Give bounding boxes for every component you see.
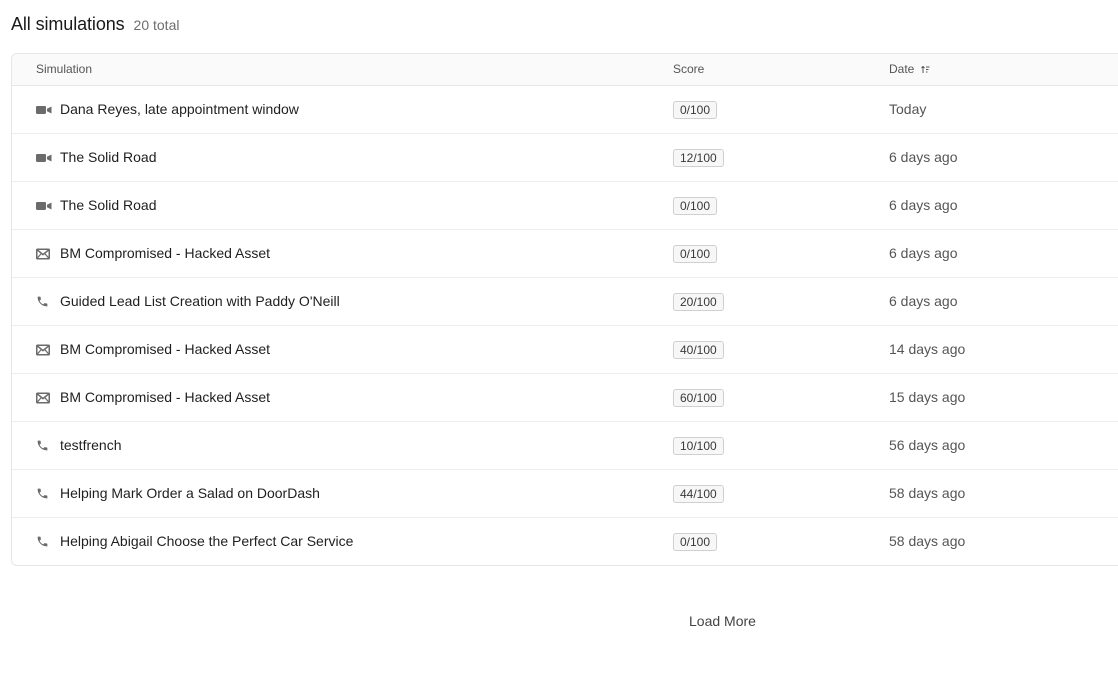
score-badge: 0/100 [673,101,718,119]
score-cell: 60/100 [673,389,724,407]
simulation-name[interactable]: The Solid Road [60,182,157,229]
date-cell: 6 days ago [889,245,958,261]
score-cell: 44/100 [673,485,724,503]
table-body: Dana Reyes, late appointment window 0/100… [12,86,1118,565]
score-badge: 12/100 [673,149,724,167]
phone-icon [36,278,49,325]
date-cell: 15 days ago [889,389,966,405]
video-icon [36,134,52,181]
page-title: All simulations [11,14,125,34]
table-header: Simulation Score Date [12,54,1118,86]
date-cell: 6 days ago [889,149,958,165]
column-header-date-label: Date [889,62,915,76]
score-cell: 0/100 [673,101,718,119]
simulation-name[interactable]: Guided Lead List Creation with Paddy O'N… [60,278,340,325]
simulation-name[interactable]: testfrench [60,422,121,469]
score-cell: 0/100 [673,197,718,215]
table-row[interactable]: BM Compromised - Hacked Asset 60/100 15 da… [12,374,1118,422]
column-header-score[interactable]: Score [673,54,704,85]
total-count: 20 total [133,17,180,33]
date-cell: 6 days ago [889,293,958,309]
load-more-button[interactable]: Load More [689,611,756,631]
score-badge: 20/100 [673,293,724,311]
score-cell: 0/100 [673,533,718,551]
table-row[interactable]: testfrench 10/100 56 days ago [12,422,1118,470]
column-header-date[interactable]: Date [889,54,931,85]
simulation-name[interactable]: BM Compromised - Hacked Asset [60,374,270,421]
score-cell: 20/100 [673,293,724,311]
score-badge: 0/100 [673,533,718,551]
simulation-name[interactable]: BM Compromised - Hacked Asset [60,326,270,373]
score-badge: 10/100 [673,437,724,455]
score-badge: 44/100 [673,485,724,503]
date-cell: Today [889,101,927,117]
score-badge: 40/100 [673,341,724,359]
date-cell: 56 days ago [889,437,966,453]
table-row[interactable]: The Solid Road 12/100 6 days ago [12,134,1118,182]
phone-icon [36,518,49,565]
score-cell: 40/100 [673,341,724,359]
score-badge: 60/100 [673,389,724,407]
video-icon [36,86,52,133]
table-row[interactable]: Helping Abigail Choose the Perfect Car S… [12,518,1118,565]
mail-icon [36,374,50,421]
score-badge: 0/100 [673,245,718,263]
table-row[interactable]: Helping Mark Order a Salad on DoorDash 44… [12,470,1118,518]
column-header-simulation[interactable]: Simulation [36,54,92,85]
score-cell: 0/100 [673,245,718,263]
table-row[interactable]: The Solid Road 0/100 6 days ago [12,182,1118,230]
simulations-table: Simulation Score Date Dana Reyes, late a… [11,53,1118,566]
phone-icon [36,422,49,469]
date-cell: 14 days ago [889,341,966,357]
page-header: All simulations 20 total [11,14,179,35]
mail-icon [36,230,50,277]
simulation-name[interactable]: BM Compromised - Hacked Asset [60,230,270,277]
score-cell: 10/100 [673,437,724,455]
simulation-name[interactable]: Helping Abigail Choose the Perfect Car S… [60,518,353,565]
table-row[interactable]: BM Compromised - Hacked Asset 0/100 6 days… [12,230,1118,278]
score-cell: 12/100 [673,149,724,167]
score-badge: 0/100 [673,197,718,215]
table-row[interactable]: Guided Lead List Creation with Paddy O'N… [12,278,1118,326]
phone-icon [36,470,49,517]
date-cell: 6 days ago [889,197,958,213]
sort-icon[interactable] [920,64,931,75]
simulation-name[interactable]: The Solid Road [60,134,157,181]
video-icon [36,182,52,229]
mail-icon [36,326,50,373]
date-cell: 58 days ago [889,485,966,501]
table-row[interactable]: Dana Reyes, late appointment window 0/100… [12,86,1118,134]
simulation-name[interactable]: Dana Reyes, late appointment window [60,86,299,133]
simulations-page: All simulations 20 total Simulation Scor… [0,0,1118,673]
simulation-name[interactable]: Helping Mark Order a Salad on DoorDash [60,470,320,517]
date-cell: 58 days ago [889,533,966,549]
table-row[interactable]: BM Compromised - Hacked Asset 40/100 14 da… [12,326,1118,374]
